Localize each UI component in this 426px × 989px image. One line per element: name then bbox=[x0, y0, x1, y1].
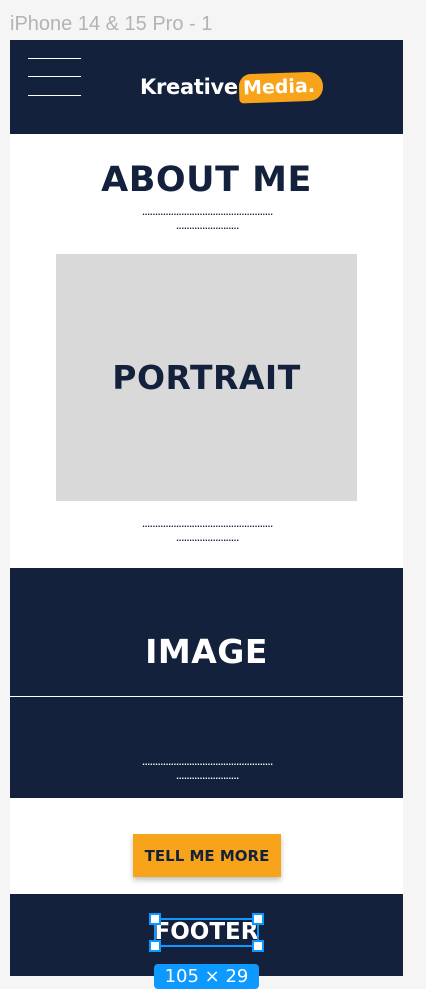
portrait-label: PORTRAIT bbox=[112, 358, 301, 397]
frame-label[interactable]: iPhone 14 & 15 Pro - 1 bbox=[10, 12, 212, 36]
text-placeholder-dots: ........................................… bbox=[10, 518, 403, 546]
hamburger-line bbox=[28, 58, 81, 59]
footer-label[interactable]: FOOTER bbox=[154, 918, 259, 947]
dots-line: ........................ bbox=[175, 534, 240, 543]
logo-text-primary: Kreative bbox=[140, 75, 238, 99]
portrait-placeholder: PORTRAIT bbox=[56, 254, 357, 501]
hamburger-line bbox=[28, 76, 81, 77]
dots-line: ........................................… bbox=[141, 758, 274, 767]
tell-me-more-button[interactable]: TELL ME MORE bbox=[133, 834, 281, 877]
image-label: IMAGE bbox=[145, 631, 268, 671]
logo-text-secondary: Media. bbox=[238, 71, 324, 103]
dots-line: ........................................… bbox=[141, 208, 274, 217]
navbar: Kreative Media. bbox=[10, 40, 403, 134]
dots-line: ........................ bbox=[175, 772, 240, 781]
hamburger-line bbox=[28, 95, 81, 96]
hamburger-menu-icon[interactable] bbox=[28, 58, 81, 96]
section-title-about: ABOUT ME bbox=[101, 160, 312, 200]
image-placeholder: IMAGE bbox=[10, 568, 403, 696]
dots-line: ........................ bbox=[175, 222, 240, 231]
phone-frame: Kreative Media. ABOUT ME ...............… bbox=[10, 40, 403, 976]
text-placeholder-dots: ........................................… bbox=[10, 756, 403, 784]
selection-size-badge: 105 × 29 bbox=[154, 964, 259, 989]
brand-logo[interactable]: Kreative Media. bbox=[140, 70, 324, 104]
image-caption-block: ........................................… bbox=[10, 697, 403, 798]
dots-line: ........................................… bbox=[141, 520, 274, 529]
text-placeholder-dots: ........................................… bbox=[10, 206, 403, 234]
